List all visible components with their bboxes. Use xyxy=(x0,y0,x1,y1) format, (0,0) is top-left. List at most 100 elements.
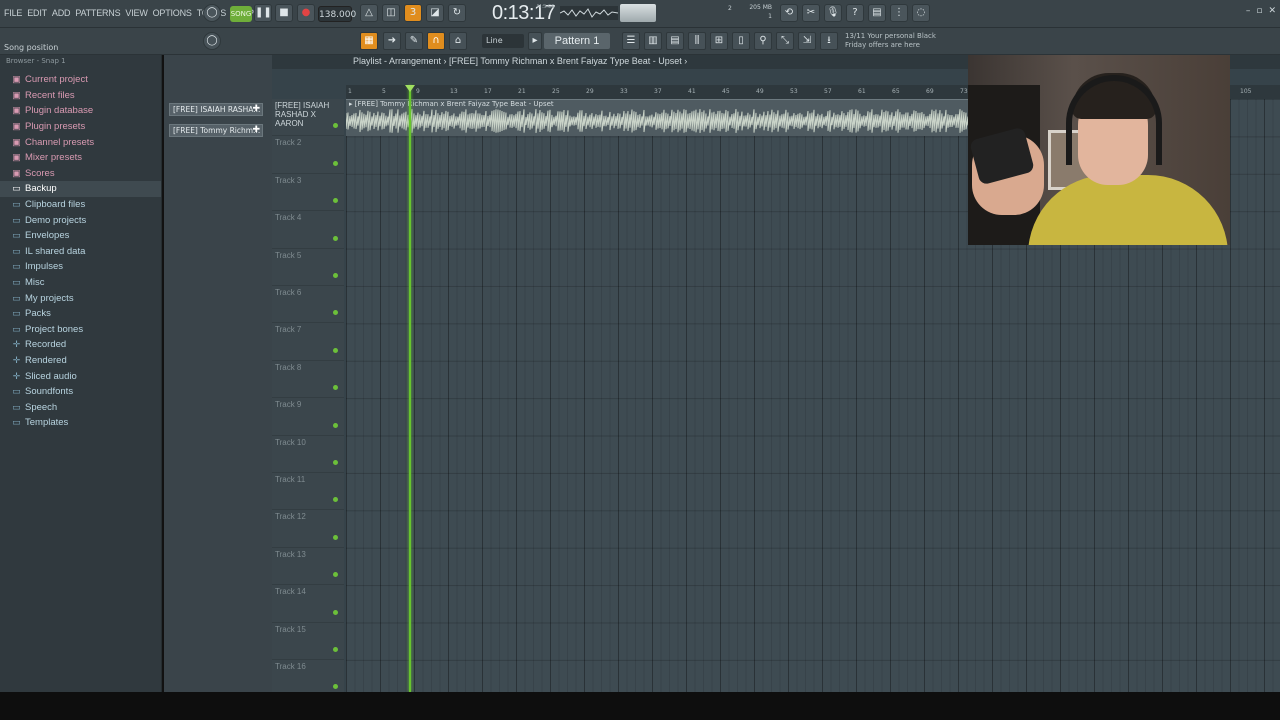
track-active-icon[interactable] xyxy=(333,646,338,652)
browser-item[interactable]: ▭ IL shared data xyxy=(12,244,161,260)
browser-item[interactable]: ▣ Scores xyxy=(12,166,161,182)
menu-item-options[interactable]: OPTIONS xyxy=(153,8,192,18)
track-header[interactable]: Track 5 xyxy=(272,249,344,286)
track-header[interactable]: [FREE] ISAIAH RASHAD X AARON xyxy=(272,99,344,137)
track-header[interactable]: Track 15 xyxy=(272,623,344,660)
track-active-icon[interactable] xyxy=(333,310,338,316)
wait-record-icon[interactable]: ◫ xyxy=(382,4,400,22)
track-header[interactable]: Track 14 xyxy=(272,585,344,623)
playhead-marker-icon[interactable] xyxy=(405,85,415,92)
snap-select[interactable]: Line xyxy=(482,34,524,48)
mixer-icon[interactable]: ⫼ xyxy=(688,32,706,50)
track-header[interactable]: Track 4 xyxy=(272,211,344,249)
menu-item-view[interactable]: VIEW xyxy=(125,8,147,18)
playlist-icon[interactable]: ▦ xyxy=(360,32,378,50)
browser-header[interactable]: Browser - Snap 1 xyxy=(0,55,161,69)
track-active-icon[interactable] xyxy=(333,198,338,204)
browser-item[interactable]: ▣ Channel presets xyxy=(12,134,161,150)
track-active-icon[interactable] xyxy=(333,609,338,615)
stop-icon[interactable]: ■ xyxy=(275,4,293,22)
stamp-icon[interactable]: ⌂ xyxy=(449,32,467,50)
browser-item[interactable]: ▭ Impulses xyxy=(12,259,161,275)
track-active-icon[interactable] xyxy=(333,534,338,540)
picker-item[interactable]: [FREE] ISAIAH RASHA... ✚ xyxy=(169,103,263,116)
track-header[interactable]: Track 9 xyxy=(272,398,344,436)
mixer-arrow-icon[interactable]: ⇲ xyxy=(798,32,816,50)
save-icon[interactable]: ▤ xyxy=(868,4,886,22)
menu-item-patterns[interactable]: PATTERNS xyxy=(75,8,120,18)
pattern-selector[interactable]: Pattern 1 xyxy=(544,33,610,49)
plugin-picker-icon[interactable]: ▯ xyxy=(732,32,750,50)
add-icon[interactable]: ✚ xyxy=(252,104,260,115)
browser-item[interactable]: ▭ Backup xyxy=(0,181,161,197)
browser-item[interactable]: ▣ Plugin database xyxy=(12,103,161,119)
browser-item[interactable]: ▣ Plugin presets xyxy=(12,119,161,135)
track-active-icon[interactable] xyxy=(333,272,338,278)
browser-item[interactable]: ▭ Speech xyxy=(12,399,161,415)
browser-item[interactable]: ▭ Misc xyxy=(12,275,161,291)
menu-item-file[interactable]: FILE xyxy=(4,8,22,18)
playhead[interactable] xyxy=(409,85,411,692)
record-icon[interactable]: ● xyxy=(297,4,315,22)
track-active-icon[interactable] xyxy=(333,235,338,241)
track-active-icon[interactable] xyxy=(333,422,338,428)
piano-roll-icon[interactable]: ▥ xyxy=(644,32,662,50)
add-icon[interactable]: ✚ xyxy=(252,125,260,136)
draw-tool-icon[interactable]: ✎ xyxy=(405,32,423,50)
countdown-icon[interactable]: 3 xyxy=(404,4,422,22)
browser-item[interactable]: ✛ Rendered xyxy=(12,353,161,369)
metronome-icon[interactable]: △ xyxy=(360,4,378,22)
channel-rack-icon[interactable]: ▤ xyxy=(666,32,684,50)
track-active-icon[interactable] xyxy=(333,385,338,391)
browser-item[interactable]: ▭ Soundfonts xyxy=(12,384,161,400)
pause-icon[interactable]: ❚❚ xyxy=(254,4,272,22)
browser-icon[interactable]: ⊞ xyxy=(710,32,728,50)
browser-item[interactable]: ▭ Templates xyxy=(12,415,161,431)
track-active-icon[interactable] xyxy=(333,459,338,465)
maximize-icon[interactable]: ▫ xyxy=(1256,6,1262,16)
plug-icon[interactable]: ⚲ xyxy=(754,32,772,50)
news-panel[interactable]: 13/11 Your personal Black Friday offers … xyxy=(845,32,945,50)
track-active-icon[interactable] xyxy=(333,347,338,353)
magnet-snap-icon[interactable]: ∩ xyxy=(427,32,445,50)
prev-pattern-icon[interactable]: ▸ xyxy=(528,32,542,50)
microphone-icon[interactable]: 🎙 xyxy=(824,4,842,22)
tempo-display[interactable]: 138.000 xyxy=(318,6,356,22)
master-volume-knob-icon[interactable]: ◯ xyxy=(203,4,221,22)
browser-item[interactable]: ▣ Mixer presets xyxy=(12,150,161,166)
undo-history-icon[interactable]: ⟲ xyxy=(780,4,798,22)
plugin-icon[interactable]: ⋮ xyxy=(890,4,908,22)
minimize-icon[interactable]: – xyxy=(1246,6,1251,16)
picker-item[interactable]: [FREE] Tommy Richm... ✚ xyxy=(169,124,263,137)
track-header[interactable]: Track 11 xyxy=(272,473,344,511)
track-active-icon[interactable] xyxy=(333,497,338,503)
browser-item[interactable]: ▭ Envelopes xyxy=(12,228,161,244)
browser-item[interactable]: ▭ Project bones xyxy=(12,322,161,338)
download-icon[interactable]: ⭳ xyxy=(820,32,838,50)
chat-icon[interactable]: ◌ xyxy=(912,4,930,22)
track-header[interactable]: Track 2 xyxy=(272,136,344,174)
track-header[interactable]: Track 10 xyxy=(272,436,344,473)
menu-item-edit[interactable]: EDIT xyxy=(27,8,47,18)
browser-item[interactable]: ▭ Demo projects xyxy=(12,212,161,228)
audio-clip[interactable]: ▸ [FREE] Tommy Richman x Brent Faiyaz Ty… xyxy=(346,99,968,136)
track-active-icon[interactable] xyxy=(333,160,338,166)
playlist-window-icon[interactable]: ☰ xyxy=(622,32,640,50)
browser-item[interactable]: ✛ Recorded xyxy=(12,337,161,353)
track-header[interactable]: Track 8 xyxy=(272,361,344,399)
track-active-icon[interactable] xyxy=(333,572,338,578)
arrow-right-icon[interactable]: ➜ xyxy=(383,32,401,50)
help-icon[interactable]: ? xyxy=(846,4,864,22)
track-header[interactable]: Track 13 xyxy=(272,548,344,586)
close-icon[interactable]: ✕ xyxy=(1268,6,1276,16)
track-header[interactable]: Track 3 xyxy=(272,174,344,212)
track-header[interactable]: Track 7 xyxy=(272,323,344,361)
browser-item[interactable]: ▭ Clipboard files xyxy=(12,197,161,213)
track-header[interactable]: Track 12 xyxy=(272,510,344,548)
pat-song-toggle[interactable]: SONG xyxy=(230,6,252,22)
browser-item[interactable]: ▣ Recent files xyxy=(12,88,161,104)
menu-item-add[interactable]: ADD xyxy=(52,8,71,18)
browser-item[interactable]: ✛ Sliced audio xyxy=(12,368,161,384)
touch-controller-icon[interactable]: ⤡ xyxy=(776,32,794,50)
browser-item[interactable]: ▭ Packs xyxy=(12,306,161,322)
